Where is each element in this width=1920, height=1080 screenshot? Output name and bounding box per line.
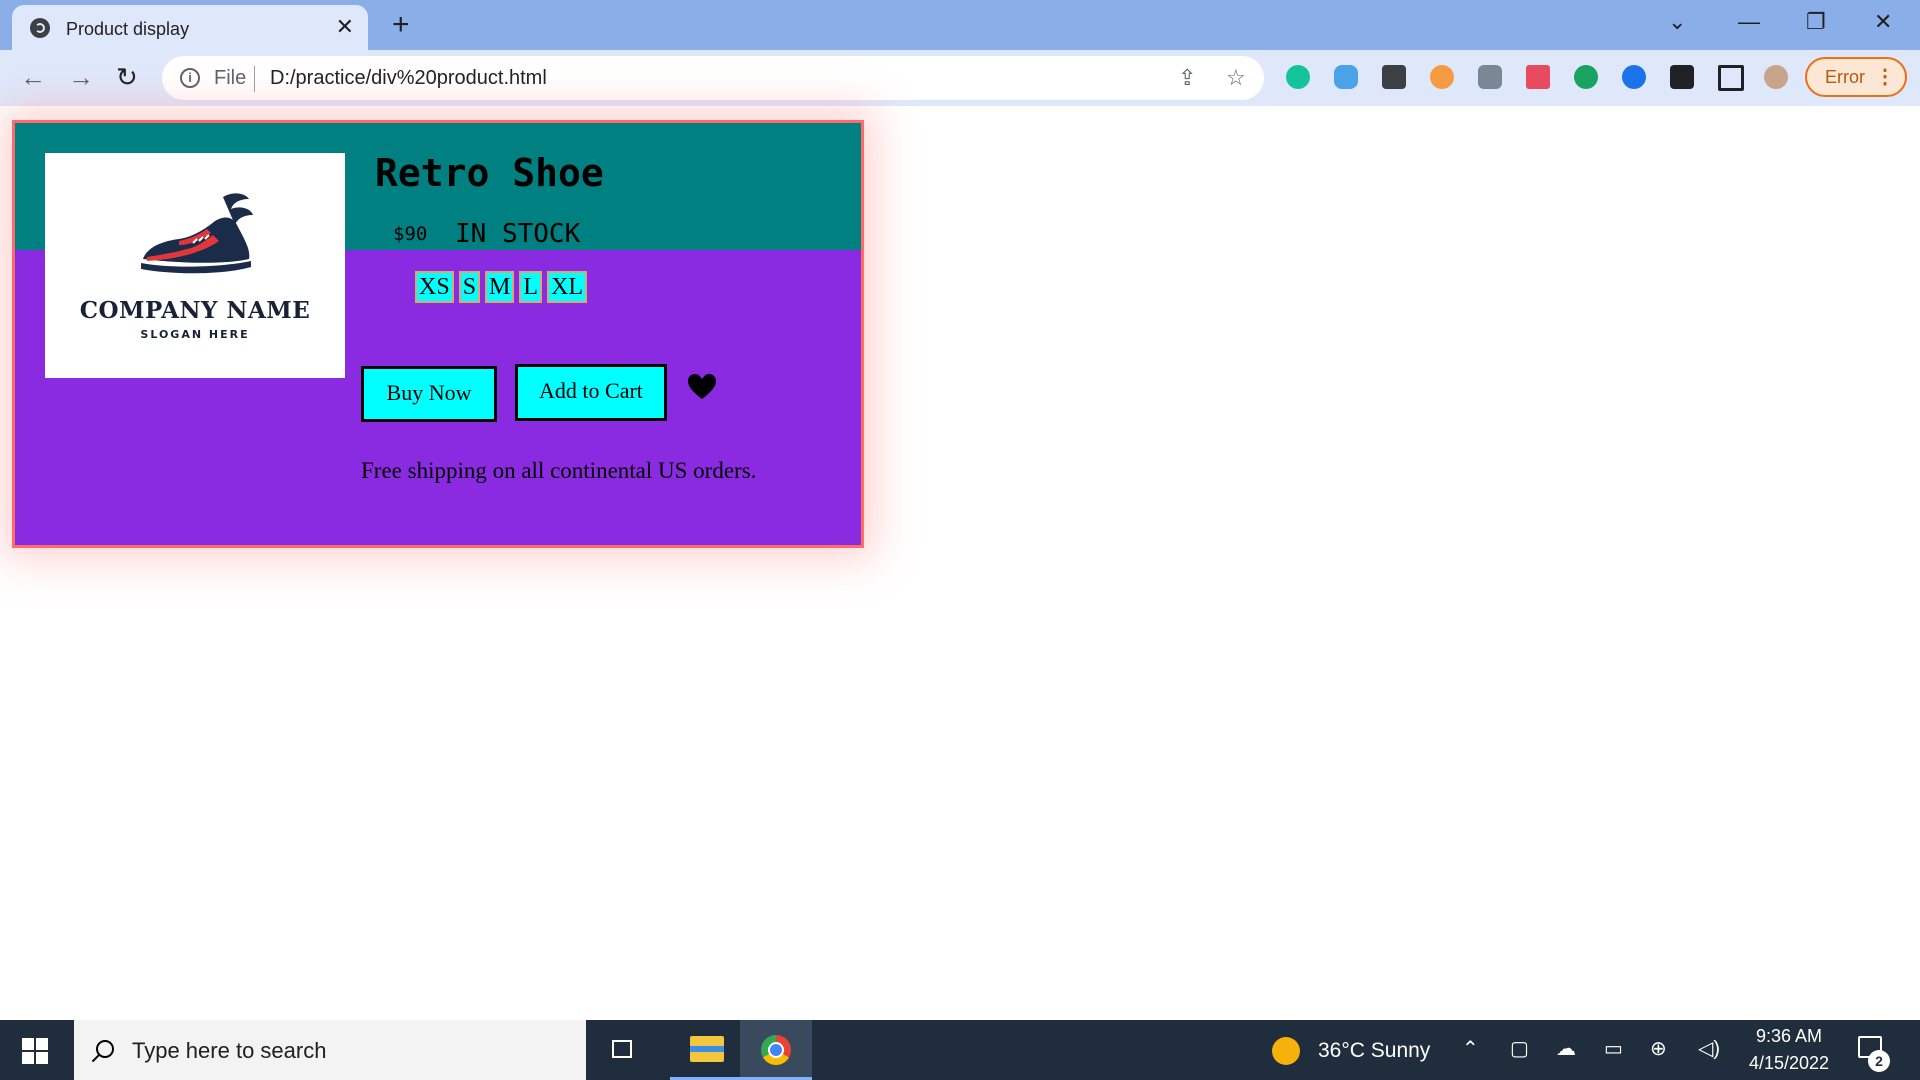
clock-date[interactable]: 4/15/2022 xyxy=(1740,1053,1838,1074)
green-extension-icon[interactable] xyxy=(1574,65,1598,89)
profile-error-label: Error xyxy=(1825,67,1865,87)
network-globe-icon[interactable]: ⊕ xyxy=(1650,1036,1667,1061)
volume-icon[interactable]: ◁) xyxy=(1698,1036,1720,1061)
task-view-icon[interactable] xyxy=(606,1020,642,1080)
buy-now-button[interactable]: Buy Now xyxy=(361,366,497,422)
share-icon[interactable]: ⇪ xyxy=(1178,65,1196,91)
browser-toolbar: ← → ↻ i File D:/practice/div%20product.h… xyxy=(0,50,1920,106)
blue-circle-extension-icon[interactable] xyxy=(1622,65,1646,89)
company-name: COMPANY NAME xyxy=(79,297,311,324)
notification-count-badge: 2 xyxy=(1868,1050,1890,1072)
add-to-cart-button[interactable]: Add to Cart xyxy=(515,364,667,421)
reload-button[interactable]: ↻ xyxy=(116,62,138,92)
size-option-xs[interactable]: XS xyxy=(415,271,454,303)
size-selector: XS S M L XL xyxy=(415,271,588,303)
tab-search-icon[interactable]: ⌄ xyxy=(1668,8,1686,36)
company-slogan: SLOGAN HERE xyxy=(140,328,250,341)
avatar[interactable] xyxy=(1764,65,1788,89)
media-extension-icon[interactable] xyxy=(1382,65,1406,89)
url-scheme-label: File xyxy=(214,67,247,89)
product-price: $90 xyxy=(393,223,428,245)
heart-icon[interactable] xyxy=(687,373,717,401)
close-window-button[interactable]: ✕ xyxy=(1874,8,1892,36)
windows-taskbar: Type here to search 36°C Sunny ⌃ ▢ ☁ ▭ ⊕… xyxy=(0,1020,1920,1080)
search-placeholder: Type here to search xyxy=(132,1038,327,1063)
size-option-m[interactable]: M xyxy=(485,271,515,303)
profile-error-button[interactable]: Error ⋮ xyxy=(1805,57,1907,97)
shoe-logo-icon xyxy=(141,193,253,274)
url-text[interactable]: D:/practice/div%20product.html xyxy=(270,67,547,90)
tab-strip: Product display ✕ + ⌄ — ❐ ✕ xyxy=(0,0,1920,50)
weather-text[interactable]: 36°C Sunny xyxy=(1318,1039,1430,1063)
restore-button[interactable]: ❐ xyxy=(1806,8,1826,36)
chevron-up-icon[interactable]: ⌃ xyxy=(1462,1036,1479,1061)
meet-now-icon[interactable]: ▢ xyxy=(1510,1036,1529,1061)
stock-status: IN STOCK xyxy=(455,219,581,249)
product-image: COMPANY NAME SLOGAN HERE xyxy=(45,153,345,378)
url-divider xyxy=(254,66,255,92)
size-option-s[interactable]: S xyxy=(458,271,481,303)
minimize-button[interactable]: — xyxy=(1738,8,1760,36)
search-icon xyxy=(96,1040,114,1058)
taskbar-search-box[interactable]: Type here to search xyxy=(74,1020,586,1080)
onedrive-icon[interactable]: ☁ xyxy=(1556,1036,1576,1061)
pin-extension-icon[interactable] xyxy=(1430,65,1454,89)
side-panel-icon[interactable] xyxy=(1718,65,1744,91)
bookmark-star-icon[interactable]: ☆ xyxy=(1226,65,1246,91)
globe-icon xyxy=(30,18,50,38)
clock-time[interactable]: 9:36 AM xyxy=(1754,1026,1824,1047)
size-option-l[interactable]: L xyxy=(519,271,543,303)
new-tab-button[interactable]: + xyxy=(392,8,410,42)
size-option-xl[interactable]: XL xyxy=(547,271,588,303)
shipping-note: Free shipping on all continental US orde… xyxy=(361,458,757,483)
tab-close-icon[interactable]: ✕ xyxy=(336,15,354,39)
grammarly-extension-icon[interactable] xyxy=(1286,65,1310,89)
info-icon[interactable]: i xyxy=(180,68,200,88)
browser-tab[interactable]: Product display ✕ xyxy=(12,5,368,50)
color-extension-icon[interactable] xyxy=(1526,65,1550,89)
forward-button[interactable]: → xyxy=(68,62,94,92)
cloud-extension-icon[interactable] xyxy=(1334,65,1358,89)
more-menu-icon[interactable]: ⋮ xyxy=(1875,64,1895,89)
weather-sun-icon[interactable] xyxy=(1272,1037,1300,1065)
puzzle-extensions-icon[interactable] xyxy=(1670,65,1694,89)
battery-icon[interactable]: ▭ xyxy=(1604,1036,1623,1061)
windows-start-icon[interactable] xyxy=(22,1038,48,1064)
chrome-taskbar-icon[interactable] xyxy=(740,1020,812,1080)
back-button[interactable]: ← xyxy=(20,62,46,92)
glasses-extension-icon[interactable] xyxy=(1478,65,1502,89)
address-bar[interactable]: i File D:/practice/div%20product.html ⇪ … xyxy=(162,56,1264,100)
product-title: Retro Shoe xyxy=(375,151,604,195)
tab-title: Product display xyxy=(66,19,190,39)
file-explorer-icon[interactable] xyxy=(670,1020,744,1080)
product-card: COMPANY NAME SLOGAN HERE Retro Shoe $90 … xyxy=(12,120,864,548)
